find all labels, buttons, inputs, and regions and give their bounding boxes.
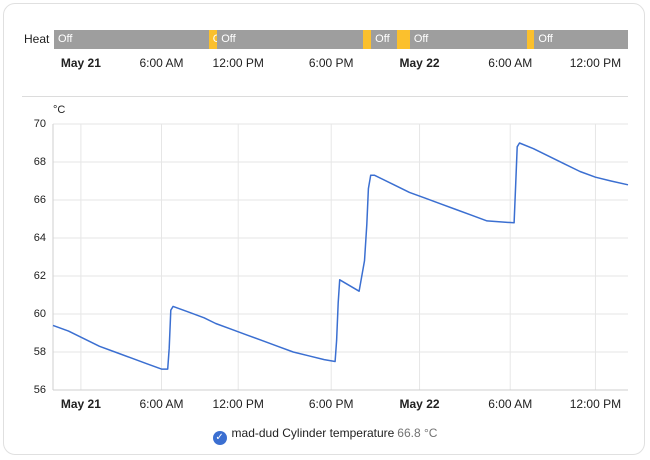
- checkbox-checked-icon[interactable]: ✓: [212, 431, 227, 445]
- chart-time-tick-label: 12:00 PM: [569, 397, 622, 411]
- chart-time-tick-label: 6:00 AM: [488, 397, 533, 411]
- chart-time-tick-label: 12:00 PM: [212, 397, 264, 411]
- chart-legend[interactable]: ✓ mad-dud Cylinder temperature 66.8 °C: [0, 426, 650, 445]
- chart-time-tick-label: May 22: [399, 397, 440, 411]
- legend-current-value: 66.8 °C: [397, 426, 438, 440]
- temperature-line-chart[interactable]: [0, 0, 650, 460]
- chart-time-tick-label: 6:00 PM: [308, 397, 354, 411]
- chart-time-tick-label: May 21: [60, 397, 101, 411]
- legend-series-name: mad-dud Cylinder temperature: [231, 426, 395, 440]
- temperature-series-line: [52, 142, 629, 370]
- chart-time-tick-label: 6:00 AM: [139, 397, 184, 411]
